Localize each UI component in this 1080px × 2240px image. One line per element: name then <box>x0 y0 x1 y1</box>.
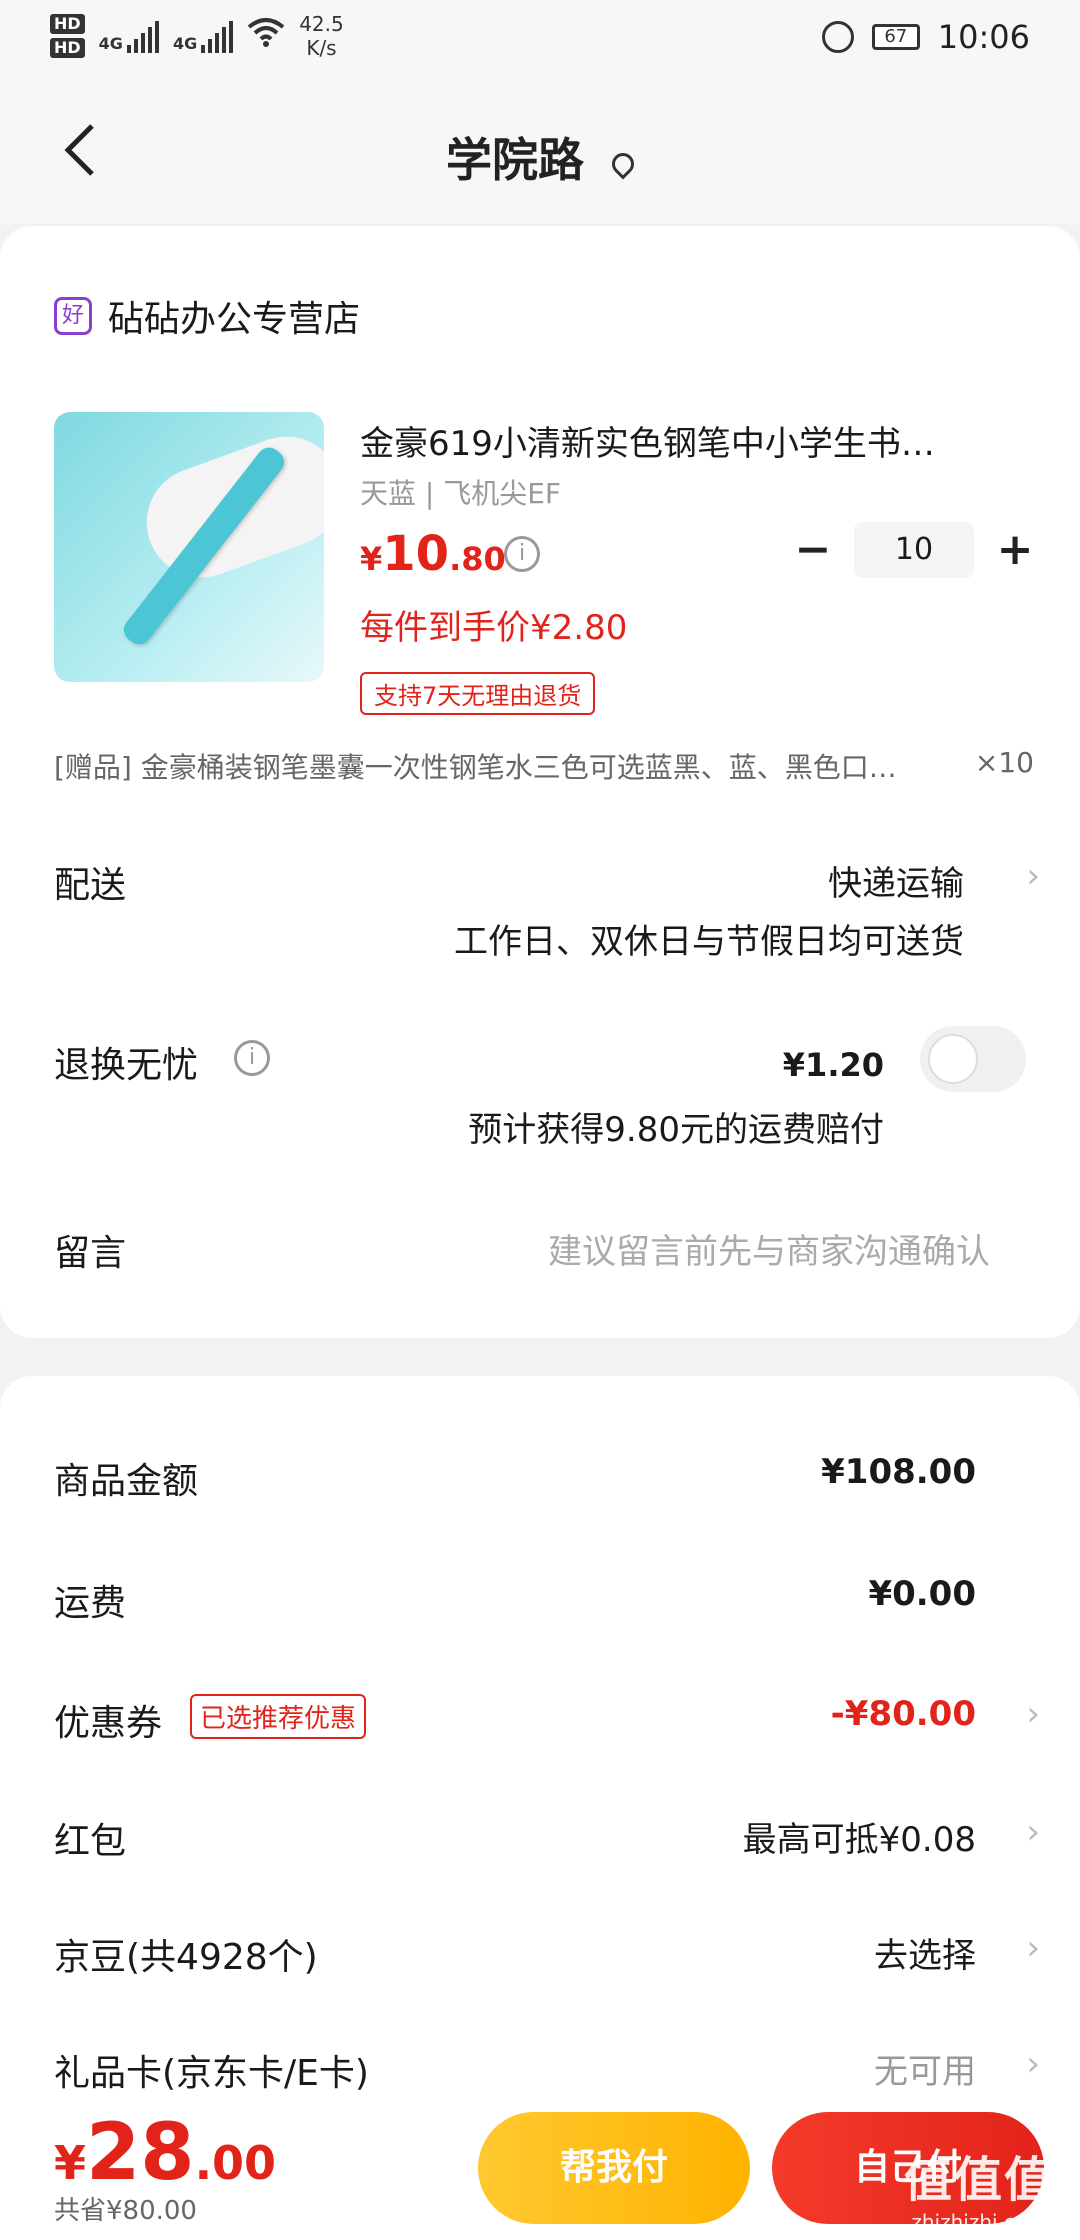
coupon-badge: 已选推荐优惠 <box>190 1694 367 1739</box>
product-image[interactable] <box>54 412 324 682</box>
clock: 10:06 <box>937 18 1030 56</box>
jd-beans-label: 京豆(共4928个) <box>54 1937 318 1978</box>
message-input[interactable]: 建议留言前先与商家沟通确认 <box>548 1224 990 1273</box>
saved-amount: 共省¥80.00 <box>54 2196 197 2226</box>
chevron-right-icon[interactable]: › <box>1026 1812 1040 1852</box>
product-title[interactable]: 金豪619小清新实色钢笔中小学生书… <box>360 416 1010 465</box>
total-price: ¥28.00 <box>54 2108 277 2198</box>
decrease-button[interactable]: − <box>786 523 840 577</box>
signal-1-icon: 4G <box>99 19 159 53</box>
gift-card-value[interactable]: 无可用 <box>874 2044 976 2093</box>
shop-name: 砧砧办公专营店 <box>108 299 361 340</box>
coupon-value[interactable]: -¥80.00 <box>831 1694 976 1734</box>
gift-card-label: 礼品卡(京东卡/E卡) <box>54 2053 369 2094</box>
red-packet-value[interactable]: 最高可抵¥0.08 <box>743 1812 976 1861</box>
status-bar: HD HD 4G 4G 42.5 K/s 67 10:06 <box>0 0 1080 84</box>
gift-text: [赠品] 金豪桶装钢笔墨囊一次性钢笔水三色可选蓝黑、蓝、黑色口… <box>54 751 897 784</box>
chevron-right-icon[interactable]: › <box>1026 2044 1040 2084</box>
shipping-note: 工作日、双休日与节假日均可送货 <box>454 922 964 962</box>
subtotal-label: 商品金额 <box>54 1461 199 1502</box>
alarm-icon <box>821 21 854 53</box>
insurance-info-icon[interactable]: i <box>234 1040 270 1076</box>
battery-icon: 67 <box>871 24 920 50</box>
help-pay-button[interactable]: 帮我付 <box>478 2112 750 2224</box>
header: 学院路 <box>0 84 1080 224</box>
product-spec: 天蓝 | 飞机尖EF <box>360 477 562 510</box>
insurance-label: 退换无忧 <box>54 1045 199 1086</box>
shop-badge-icon: 好 <box>54 297 92 335</box>
shop-header[interactable]: 好 砧砧办公专营店 <box>54 290 360 342</box>
shipping-label: 配送 <box>54 865 127 906</box>
gift-row: [赠品] 金豪桶装钢笔墨囊一次性钢笔水三色可选蓝黑、蓝、黑色口… ×10 <box>54 746 1034 786</box>
wifi-icon <box>247 17 285 55</box>
chevron-right-icon[interactable]: › <box>1026 856 1040 896</box>
signal-2-icon: 4G <box>173 19 234 53</box>
message-label: 留言 <box>54 1233 127 1274</box>
shipping-fee-value: ¥0.00 <box>868 1574 976 1614</box>
shipping-method[interactable]: 快递运输 <box>828 856 964 905</box>
chevron-right-icon[interactable]: › <box>1026 1694 1040 1734</box>
summary-card: 商品金额 ¥108.00 运费 ¥0.00 优惠券 已选推荐优惠 -¥80.00… <box>0 1376 1080 2136</box>
gift-count: ×10 <box>974 746 1034 779</box>
insurance-toggle[interactable] <box>920 1026 1026 1092</box>
jd-beans-value[interactable]: 去选择 <box>874 1928 976 1977</box>
subtotal-value: ¥108.00 <box>821 1452 976 1492</box>
unit-price: 每件到手价¥2.80 <box>360 608 628 648</box>
location-pin-icon <box>607 147 639 180</box>
coupon-label: 优惠券 <box>54 1703 163 1744</box>
order-card: 好 砧砧办公专营店 金豪619小清新实色钢笔中小学生书… 天蓝 | 飞机尖EF … <box>0 226 1080 1338</box>
shipping-fee-label: 运费 <box>54 1583 127 1624</box>
product-price: ¥10.80 <box>360 526 506 582</box>
price-info-icon[interactable]: i <box>504 536 540 572</box>
return-policy-badge: 支持7天无理由退货 <box>360 672 596 715</box>
insurance-price: ¥1.20 <box>782 1046 884 1084</box>
net-speed: 42.5 K/s <box>299 12 344 60</box>
hd-indicator: HD HD <box>50 14 85 58</box>
watermark: 值值值 zhizhizhi.com <box>903 2152 1054 2234</box>
red-packet-label: 红包 <box>54 1821 127 1862</box>
increase-button[interactable]: + <box>988 523 1042 577</box>
insurance-note: 预计获得9.80元的运费赔付 <box>468 1110 884 1150</box>
page-title[interactable]: 学院路 <box>0 124 1080 190</box>
quantity-stepper: − 10 + <box>786 522 1042 578</box>
chevron-right-icon[interactable]: › <box>1026 1928 1040 1968</box>
quantity-input[interactable]: 10 <box>854 522 974 578</box>
